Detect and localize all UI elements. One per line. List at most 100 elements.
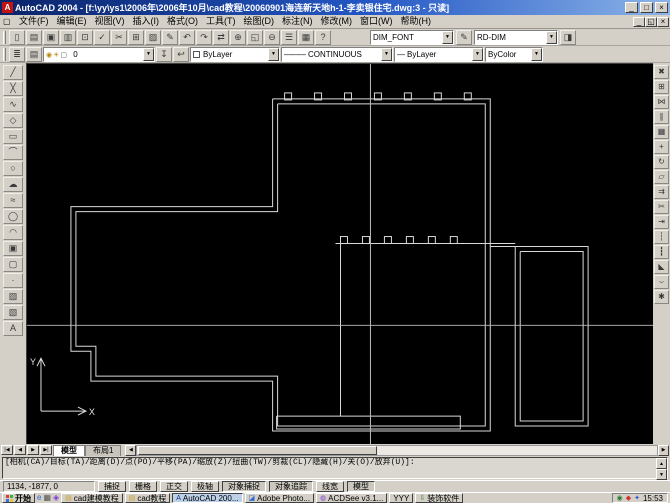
dim-update-button[interactable]: ✎ <box>456 30 472 45</box>
plot-button[interactable]: ▥ <box>60 30 76 45</box>
hatch-button[interactable]: ▨ <box>3 289 23 304</box>
minimize-button[interactable]: _ <box>625 2 638 13</box>
spline-button[interactable]: ≈ <box>3 193 23 208</box>
tab-first-button[interactable]: |◀ <box>1 445 13 455</box>
start-button[interactable]: 开始 <box>2 493 35 503</box>
command-history[interactable]: [相机(CA)/目标(TA)/距离(D)/点(PO)/平移(PA)/缩放(Z)/… <box>2 457 668 479</box>
construction-line-button[interactable]: ╳ <box>3 81 23 96</box>
pan-realtime-button[interactable]: ⇄ <box>213 30 229 45</box>
array-button[interactable]: ▦ <box>654 125 669 139</box>
status-toggle-4[interactable]: 对象捕捉 <box>222 481 266 492</box>
zoom-previous-button[interactable]: ⊖ <box>264 30 280 45</box>
ellipse-button[interactable]: ◯ <box>3 209 23 224</box>
zoom-window-button[interactable]: ◱ <box>247 30 263 45</box>
scroll-up-icon[interactable]: ▲ <box>656 458 667 469</box>
trim-button[interactable]: ✂ <box>654 200 669 214</box>
menu-item-9[interactable]: 窗口(W) <box>356 15 397 28</box>
offset-button[interactable]: ∥ <box>654 110 669 124</box>
plot-preview-button[interactable]: ⊡ <box>77 30 93 45</box>
lineweight-combo[interactable]: — ByLayer ▼ <box>394 47 484 62</box>
linetype-combo[interactable]: ——— CONTINUOUS ▼ <box>281 47 393 62</box>
spelling-button[interactable]: ✓ <box>94 30 110 45</box>
designcenter-button[interactable]: ▦ <box>298 30 314 45</box>
paste-button[interactable]: ▨ <box>145 30 161 45</box>
menu-item-6[interactable]: 绘图(D) <box>240 15 279 28</box>
chevron-down-icon[interactable]: ▼ <box>143 48 154 61</box>
scrollbar-thumb[interactable] <box>138 446 377 455</box>
volume-icon[interactable]: ◉ <box>617 495 623 502</box>
text-style-combo[interactable]: DIM_FONT ▼ <box>370 30 454 45</box>
help-button[interactable]: ? <box>315 30 331 45</box>
command-window[interactable]: [相机(CA)/目标(TA)/距离(D)/点(PO)/平移(PA)/缩放(Z)/… <box>0 456 670 480</box>
region-button[interactable]: ▧ <box>3 305 23 320</box>
save-button[interactable]: ▣ <box>43 30 59 45</box>
color-combo[interactable]: ByLayer ▼ <box>190 47 280 62</box>
tab-prev-button[interactable]: ◀ <box>14 445 26 455</box>
polygon-button[interactable]: ◇ <box>3 113 23 128</box>
doc-restore-button[interactable]: ◱ <box>645 17 657 27</box>
scale-button[interactable]: ▱ <box>654 170 669 184</box>
taskbar-task-5[interactable]: YYY <box>389 493 413 503</box>
rotate-button[interactable]: ↻ <box>654 155 669 169</box>
maximize-button[interactable]: □ <box>640 2 653 13</box>
circle-button[interactable]: ○ <box>3 161 23 176</box>
copy-object-button[interactable]: ⊞ <box>654 80 669 94</box>
ie-icon[interactable]: e <box>37 493 41 503</box>
dim-style-combo[interactable]: RD-DIM ▼ <box>474 30 558 45</box>
cut-button[interactable]: ✂ <box>111 30 127 45</box>
scrollbar-track[interactable] <box>136 445 658 456</box>
close-button[interactable]: × <box>655 2 668 13</box>
drawing-canvas[interactable]: YX <box>26 63 653 444</box>
layer-states-button[interactable]: ▤ <box>26 47 42 62</box>
status-toggle-2[interactable]: 正交 <box>160 481 188 492</box>
tab-model[interactable]: 模型 <box>53 445 85 456</box>
chevron-down-icon[interactable]: ▼ <box>268 48 279 61</box>
status-toggle-6[interactable]: 线宽 <box>316 481 344 492</box>
new-button[interactable]: ▯ <box>9 30 25 45</box>
mirror-button[interactable]: ⋈ <box>654 95 669 109</box>
ellipse-arc-button[interactable]: ◠ <box>3 225 23 240</box>
copy-clip-button[interactable]: ⊞ <box>128 30 144 45</box>
menu-item-5[interactable]: 工具(T) <box>202 15 240 28</box>
tab-last-button[interactable]: ▶| <box>40 445 52 455</box>
layer-previous-button[interactable]: ↩ <box>173 47 189 62</box>
menu-item-4[interactable]: 格式(O) <box>163 15 202 28</box>
taskbar-task-4[interactable]: ◍ACDSee v3.1... <box>316 493 387 503</box>
taskbar-task-1[interactable]: ▤cad教程 <box>125 493 171 503</box>
revision-cloud-button[interactable]: ☁ <box>3 177 23 192</box>
make-object-layer-current-button[interactable]: ↧ <box>156 47 172 62</box>
erase-button[interactable]: ✖ <box>654 65 669 79</box>
chamfer-button[interactable]: ◣ <box>654 260 669 274</box>
status-toggle-1[interactable]: 栅格 <box>129 481 157 492</box>
layers-button[interactable]: ≣ <box>9 47 25 62</box>
chevron-down-icon[interactable]: ▼ <box>472 48 483 61</box>
redo-button[interactable]: ↷ <box>196 30 212 45</box>
dim-style-manager-button[interactable]: ◨ <box>560 30 576 45</box>
menu-item-1[interactable]: 编辑(E) <box>53 15 91 28</box>
make-block-button[interactable]: ▢ <box>3 257 23 272</box>
explode-button[interactable]: ✱ <box>654 290 669 304</box>
chevron-down-icon[interactable]: ▼ <box>442 31 453 44</box>
command-scrollbar[interactable]: ▲ ▼ <box>656 458 667 478</box>
taskbar-task-6[interactable]: ⇩装饰软件 <box>415 493 463 503</box>
properties-button[interactable]: ☰ <box>281 30 297 45</box>
plotstyle-combo[interactable]: ByColor ▼ <box>485 47 543 62</box>
chevron-down-icon[interactable]: ▼ <box>381 48 392 61</box>
arc-button[interactable]: ⌒ <box>3 145 23 160</box>
line-button[interactable]: ╱ <box>3 65 23 80</box>
scroll-right-icon[interactable]: ▶ <box>658 445 669 456</box>
media-player-icon[interactable]: ◈ <box>53 493 59 503</box>
scroll-left-icon[interactable]: ◀ <box>125 445 136 456</box>
break-button[interactable]: ┇ <box>654 245 669 259</box>
taskbar-task-2[interactable]: AAutoCAD 200... <box>172 493 242 503</box>
menu-item-10[interactable]: 帮助(H) <box>397 15 436 28</box>
match-properties-button[interactable]: ✎ <box>162 30 178 45</box>
menu-item-0[interactable]: 文件(F) <box>15 15 53 28</box>
move-button[interactable]: + <box>654 140 669 154</box>
stretch-button[interactable]: ⇉ <box>654 185 669 199</box>
multiline-text-button[interactable]: A <box>3 321 23 336</box>
menu-item-3[interactable]: 插入(I) <box>129 15 164 28</box>
taskbar-task-3[interactable]: ◪Adobe Photo... <box>245 493 315 503</box>
menu-item-2[interactable]: 视图(V) <box>91 15 129 28</box>
menu-item-7[interactable]: 标注(N) <box>278 15 317 28</box>
